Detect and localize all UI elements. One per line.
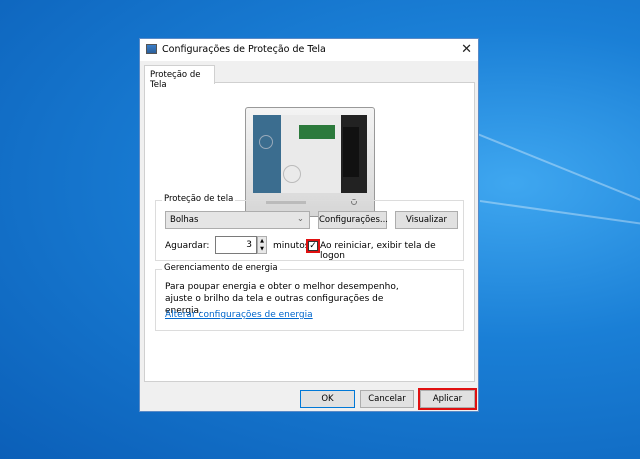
- close-icon[interactable]: ✕: [461, 42, 472, 57]
- tab-panel: Proteção de tela Bolhas ⌄ Configurações.…: [144, 82, 475, 382]
- power-group-label: Gerenciamento de energia: [162, 263, 280, 273]
- logon-checkbox[interactable]: ✓: [306, 239, 320, 253]
- apply-button[interactable]: Aplicar: [418, 388, 477, 410]
- minutes-label: minutos: [273, 241, 310, 251]
- screensaver-selected: Bolhas: [170, 215, 199, 225]
- logon-checkbox-label[interactable]: Ao reiniciar, exibir tela de logon: [320, 241, 463, 261]
- wait-input[interactable]: 3: [215, 236, 257, 254]
- cancel-button[interactable]: Cancelar: [360, 390, 414, 408]
- wait-value: 3: [246, 240, 252, 250]
- chevron-down-icon: ⌄: [296, 214, 304, 224]
- preview-button[interactable]: Visualizar: [395, 211, 458, 229]
- wait-label: Aguardar:: [165, 241, 210, 251]
- screensaver-settings-dialog: Configurações de Proteção de Tela ✕ Prot…: [139, 38, 479, 412]
- title-bar: Configurações de Proteção de Tela ✕: [140, 39, 478, 61]
- power-settings-link[interactable]: Alterar configurações de energia: [165, 310, 313, 320]
- wait-spinner[interactable]: ▲ ▼: [257, 236, 267, 254]
- settings-button[interactable]: Configurações...: [318, 211, 388, 229]
- tab-screensaver[interactable]: Proteção de Tela: [144, 65, 215, 90]
- screensaver-group-label: Proteção de tela: [162, 194, 236, 204]
- screensaver-select[interactable]: Bolhas ⌄: [165, 211, 310, 229]
- power-group: Gerenciamento de energia Para poupar ene…: [155, 263, 464, 331]
- ok-button[interactable]: OK: [300, 390, 355, 408]
- screensaver-group: Proteção de tela Bolhas ⌄ Configurações.…: [155, 194, 464, 261]
- dialog-title: Configurações de Proteção de Tela: [162, 44, 326, 55]
- monitor-icon: [146, 44, 157, 54]
- preview-screen: [253, 115, 367, 193]
